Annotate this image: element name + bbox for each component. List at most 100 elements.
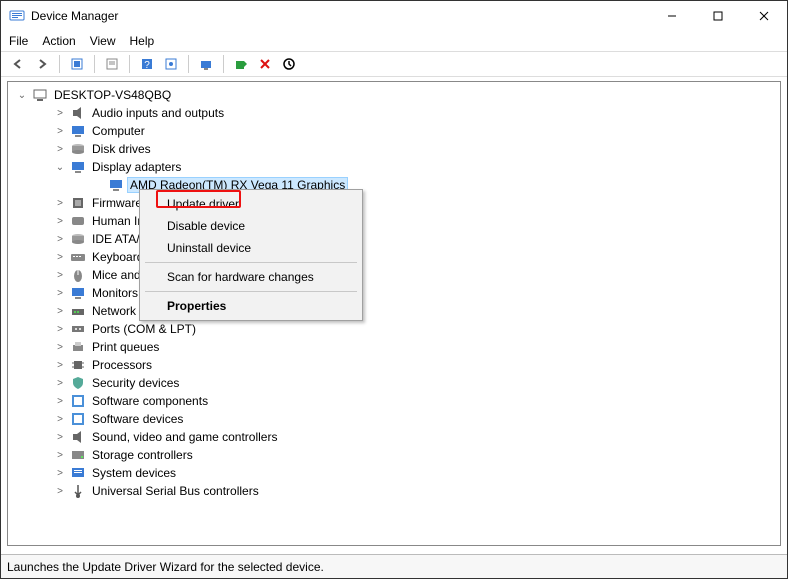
- help-button[interactable]: ?: [136, 53, 158, 75]
- tree-item[interactable]: ⌄ Display adapters: [54, 158, 780, 176]
- context-scan-hardware[interactable]: Scan for hardware changes: [143, 266, 359, 288]
- tree-item-label: Processors: [90, 358, 154, 372]
- cpu-icon: [70, 357, 86, 373]
- menu-help[interactable]: Help: [130, 34, 155, 48]
- tree-item[interactable]: > Ports (COM & LPT): [54, 320, 780, 338]
- tree-item[interactable]: > Universal Serial Bus controllers: [54, 482, 780, 500]
- chevron-right-icon[interactable]: >: [54, 288, 66, 299]
- tree-item-label: Firmware: [90, 196, 144, 210]
- chevron-right-icon[interactable]: >: [54, 486, 66, 497]
- maximize-button[interactable]: [695, 1, 741, 31]
- tree-item[interactable]: > Storage controllers: [54, 446, 780, 464]
- back-button[interactable]: [7, 53, 29, 75]
- software-icon: [70, 393, 86, 409]
- chevron-right-icon[interactable]: >: [54, 468, 66, 479]
- speaker-icon: [70, 429, 86, 445]
- chevron-right-icon[interactable]: >: [54, 234, 66, 245]
- monitor-icon: [70, 123, 86, 139]
- tree-root-label: DESKTOP-VS48QBQ: [52, 88, 173, 102]
- chevron-down-icon[interactable]: ⌄: [54, 162, 66, 173]
- properties-button[interactable]: [101, 53, 123, 75]
- menu-bar: File Action View Help: [1, 31, 787, 51]
- port-icon: [70, 321, 86, 337]
- disk-icon: [70, 141, 86, 157]
- context-uninstall-device[interactable]: Uninstall device: [143, 237, 359, 259]
- tree-item-label: Monitors: [90, 286, 140, 300]
- tree-item[interactable]: > Processors: [54, 356, 780, 374]
- tree-item[interactable]: >Software components: [54, 392, 780, 410]
- mouse-icon: [70, 267, 86, 283]
- close-button[interactable]: [741, 1, 787, 31]
- menu-view[interactable]: View: [90, 34, 116, 48]
- tree-item-label: Ports (COM & LPT): [90, 322, 198, 336]
- context-properties[interactable]: Properties: [143, 295, 359, 317]
- chevron-right-icon[interactable]: >: [54, 108, 66, 119]
- tree-item[interactable]: > Computer: [54, 122, 780, 140]
- context-separator: [145, 262, 357, 263]
- chevron-right-icon[interactable]: >: [54, 378, 66, 389]
- chevron-right-icon[interactable]: >: [54, 126, 66, 137]
- status-text: Launches the Update Driver Wizard for th…: [7, 560, 324, 574]
- chevron-right-icon[interactable]: >: [54, 396, 66, 407]
- context-disable-device[interactable]: Disable device: [143, 215, 359, 237]
- storage-icon: [70, 447, 86, 463]
- monitor-icon: [70, 159, 86, 175]
- chip-icon: [70, 195, 86, 211]
- chevron-right-icon[interactable]: >: [54, 414, 66, 425]
- chevron-right-icon[interactable]: >: [54, 450, 66, 461]
- chevron-right-icon[interactable]: >: [54, 198, 66, 209]
- chevron-down-icon[interactable]: ⌄: [16, 90, 28, 101]
- chevron-right-icon[interactable]: >: [54, 270, 66, 281]
- speaker-icon: [70, 105, 86, 121]
- tree-item-label: Computer: [90, 124, 147, 138]
- software-icon: [70, 411, 86, 427]
- toolbar: ?: [1, 51, 787, 77]
- show-hidden-button[interactable]: [66, 53, 88, 75]
- printer-icon: [70, 339, 86, 355]
- context-menu: Update driver Disable device Uninstall d…: [139, 189, 363, 321]
- monitor-icon: [108, 177, 124, 193]
- minimize-button[interactable]: [649, 1, 695, 31]
- keyboard-icon: [70, 249, 86, 265]
- tree-item[interactable]: > Software devices: [54, 410, 780, 428]
- chevron-right-icon[interactable]: >: [54, 360, 66, 371]
- chevron-right-icon[interactable]: >: [54, 324, 66, 335]
- tree-item-label: Print queues: [90, 340, 161, 354]
- chevron-right-icon[interactable]: >: [54, 342, 66, 353]
- uninstall-button[interactable]: [254, 53, 276, 75]
- tree-item[interactable]: >Sound, video and game controllers: [54, 428, 780, 446]
- chevron-right-icon[interactable]: >: [54, 216, 66, 227]
- tree-item-label: Storage controllers: [90, 448, 195, 462]
- tree-item-label: Audio inputs and outputs: [90, 106, 226, 120]
- tree-item[interactable]: >System devices: [54, 464, 780, 482]
- chevron-right-icon[interactable]: >: [54, 252, 66, 263]
- tree-root[interactable]: ⌄ DESKTOP-VS48QBQ: [16, 86, 780, 104]
- tree-item-label: Security devices: [90, 376, 181, 390]
- tree-item-label: Software devices: [90, 412, 185, 426]
- forward-button[interactable]: [31, 53, 53, 75]
- menu-action[interactable]: Action: [42, 34, 75, 48]
- chevron-right-icon[interactable]: >: [54, 432, 66, 443]
- tree-item[interactable]: > Print queues: [54, 338, 780, 356]
- hid-icon: [70, 213, 86, 229]
- app-icon: [9, 8, 25, 24]
- tree-item[interactable]: > Disk drives: [54, 140, 780, 158]
- chevron-right-icon[interactable]: >: [54, 306, 66, 317]
- disable-button[interactable]: [278, 53, 300, 75]
- tree-item[interactable]: > Audio inputs and outputs: [54, 104, 780, 122]
- context-update-driver[interactable]: Update driver: [143, 193, 359, 215]
- tree-item[interactable]: > Security devices: [54, 374, 780, 392]
- chevron-right-icon[interactable]: >: [54, 144, 66, 155]
- scan-hardware-button[interactable]: [195, 53, 217, 75]
- menu-file[interactable]: File: [9, 34, 28, 48]
- network-icon: [70, 303, 86, 319]
- system-icon: [70, 465, 86, 481]
- action-button[interactable]: [160, 53, 182, 75]
- disk-icon: [70, 231, 86, 247]
- tree-item-label: Display adapters: [90, 160, 183, 174]
- computer-icon: [32, 87, 48, 103]
- update-driver-button[interactable]: [230, 53, 252, 75]
- tree-item-label: Universal Serial Bus controllers: [90, 484, 261, 498]
- device-tree-panel: ⌄ DESKTOP-VS48QBQ > Audio inputs and outp…: [7, 81, 781, 546]
- tree-item-label: Disk drives: [90, 142, 153, 156]
